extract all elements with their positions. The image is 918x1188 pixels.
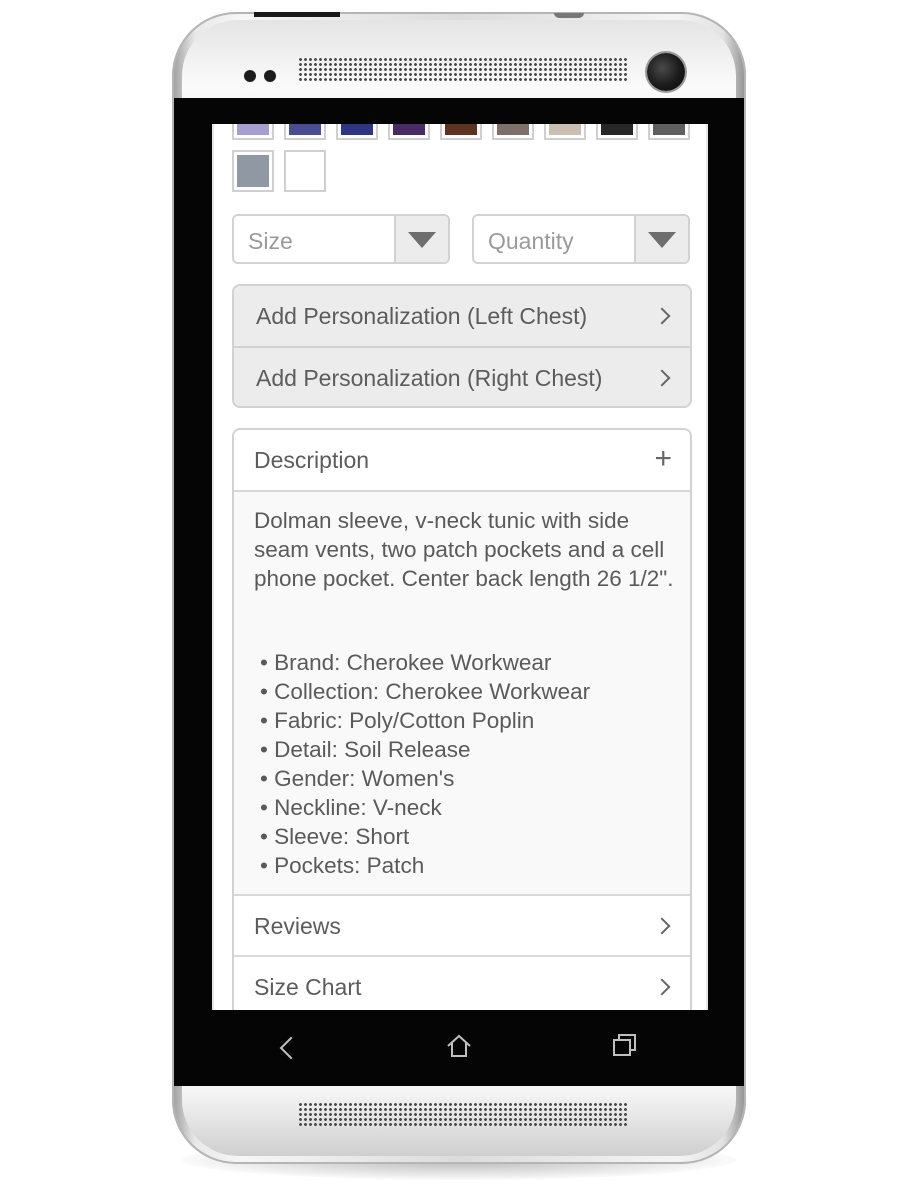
description-title: Description [254,447,370,473]
description-text: Dolman sleeve, v-neck tunic with side se… [254,508,674,591]
size-select[interactable]: Size [232,214,450,264]
swatch-fill [237,155,269,187]
power-button [254,12,340,17]
personalization-right-label: Add Personalization (Right Chest) [256,365,603,391]
quantity-select-label: Quantity [488,228,574,254]
description-body: Dolman sleeve, v-neck tunic with side se… [234,492,690,896]
chevron-right-icon [653,978,671,996]
details-accordion: Description + Dolman sleeve, v-neck tuni… [232,428,692,1010]
swatch-fill [289,124,321,135]
swatch-fill [393,124,425,135]
color-swatch-row1-7[interactable] [544,124,586,140]
chevron-right-icon [653,307,671,325]
color-swatch-row1-4[interactable] [388,124,430,140]
quantity-select[interactable]: Quantity [472,214,690,264]
swatch-fill [289,155,321,187]
caret-down-icon [648,232,676,248]
chevron-right-icon [653,917,671,935]
color-swatch-row1-2[interactable] [284,124,326,140]
stage: Size Quantity Add Personalization (Left … [0,0,918,1188]
front-camera [647,53,685,91]
recent-apps-icon[interactable] [612,1033,638,1057]
size-chart-label: Size Chart [254,974,362,1000]
sensor-dot-right [264,70,276,82]
swatch-fill [445,124,477,135]
description-bullet: • Detail: Soil Release [260,737,471,762]
bottom-speaker-grille [298,1102,628,1128]
reviews-label: Reviews [254,913,341,939]
swatch-fill [549,124,581,135]
color-swatch-row1-1[interactable] [232,124,274,140]
chevron-right-icon [653,369,671,387]
color-swatch-row1-6[interactable] [492,124,534,140]
size-chart-row[interactable]: Size Chart [234,955,690,1010]
swatch-fill [341,124,373,135]
color-swatch-row1-3[interactable] [336,124,378,140]
swatch-fill [237,124,269,135]
description-bullet: • Fabric: Poly/Cotton Poplin [260,708,535,733]
reviews-row[interactable]: Reviews [234,894,690,956]
description-bullet: • Neckline: V-neck [260,795,442,820]
color-swatch-row1-8[interactable] [596,124,638,140]
color-swatch-row1-9[interactable] [648,124,690,140]
caret-down-icon [408,232,436,248]
swatch-fill [653,124,685,135]
screen: Size Quantity Add Personalization (Left … [212,124,708,1010]
add-personalization-left-chest[interactable]: Add Personalization (Left Chest) [234,286,690,346]
description-bullet: • Sleeve: Short [260,824,410,849]
swatch-fill [497,124,529,135]
color-swatch-row2-2[interactable] [284,150,326,192]
size-dropdown-button[interactable] [394,216,448,262]
size-select-label: Size [248,228,293,254]
swatch-fill [601,124,633,135]
top-mic [554,13,584,18]
description-bullets: • Brand: Cherokee Workwear • Collection: … [260,648,680,880]
description-bullet: • Pockets: Patch [260,853,425,878]
description-bullet: • Gender: Women's [260,766,455,791]
personalization-group: Add Personalization (Left Chest) Add Per… [232,284,692,408]
home-icon[interactable] [446,1033,472,1059]
description-bullet: • Collection: Cherokee Workwear [260,679,591,704]
add-personalization-right-chest[interactable]: Add Personalization (Right Chest) [234,348,690,406]
plus-icon[interactable]: + [654,444,672,474]
color-swatch-row1-5[interactable] [440,124,482,140]
color-swatch-row2-1[interactable] [232,150,274,192]
sensor-dot-left [244,70,256,82]
top-speaker-grille [298,57,628,83]
quantity-dropdown-button[interactable] [634,216,688,262]
personalization-left-label: Add Personalization (Left Chest) [256,303,588,329]
description-header[interactable]: Description + [234,430,690,492]
description-bullet: • Brand: Cherokee Workwear [260,650,552,675]
